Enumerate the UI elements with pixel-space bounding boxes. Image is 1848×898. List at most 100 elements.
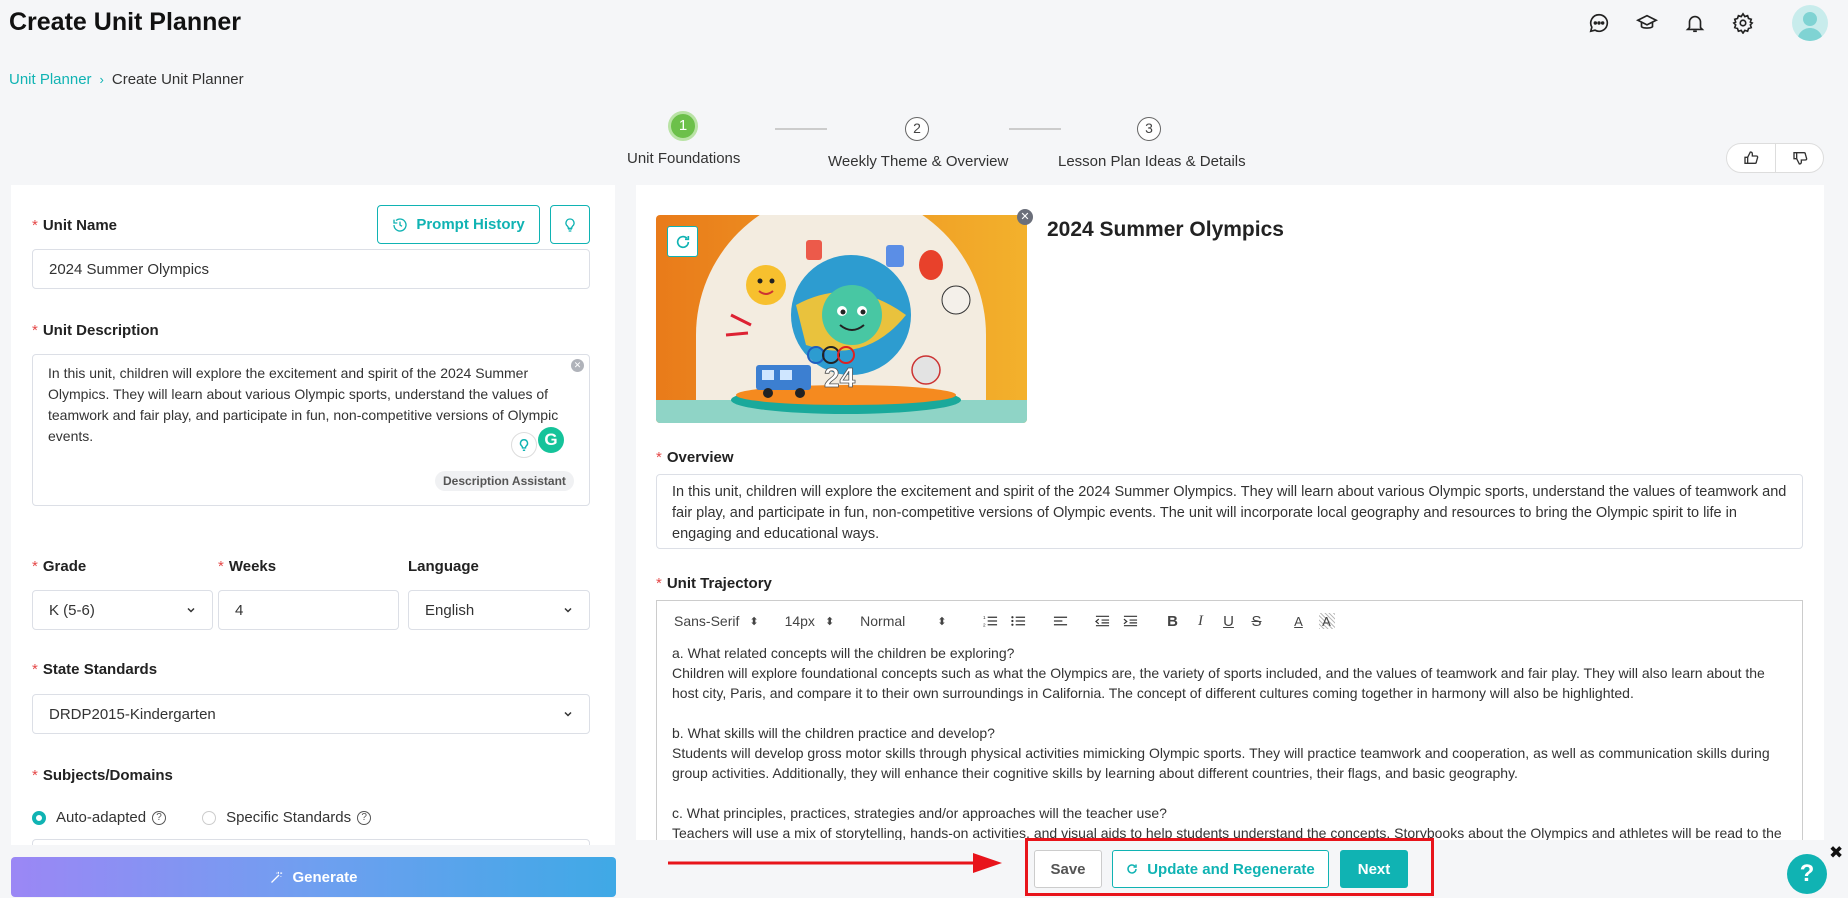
radio-specific-standards[interactable] [202, 810, 217, 825]
unit-trajectory-content[interactable]: a. What related concepts will the childr… [657, 641, 1802, 840]
graduation-cap-icon[interactable] [1634, 10, 1660, 36]
trajectory-question: b. What skills will the children practic… [672, 725, 995, 741]
step-connector [1009, 128, 1061, 130]
subjects-input[interactable] [32, 839, 590, 845]
remove-image-icon[interactable]: ✕ [1017, 209, 1033, 225]
grammarly-icon[interactable]: G [538, 427, 564, 453]
svg-text:2: 2 [983, 623, 986, 628]
left-panel: * Unit Name Prompt History 2024 Summer Ol… [11, 185, 615, 845]
font-family-select[interactable]: Sans-Serif ⬍ [674, 613, 759, 629]
header-icons [1586, 5, 1828, 41]
outdent-icon[interactable] [1095, 613, 1111, 629]
unit-description-label: * Unit Description [32, 322, 159, 339]
breadcrumb-current: Create Unit Planner [111, 71, 244, 88]
step-number: 1 [668, 111, 698, 141]
font-size-select[interactable]: 14px ⬍ [785, 613, 835, 629]
overview-label: * Overview [656, 449, 734, 466]
unit-description-text: In this unit, children will explore the … [48, 365, 559, 444]
align-left-icon[interactable] [1053, 613, 1069, 629]
subjects-radio-group: Auto-adapted ? Specific Standards ? [32, 809, 372, 826]
updown-icon: ⬍ [749, 615, 759, 628]
bold-icon[interactable]: B [1165, 613, 1181, 630]
strikethrough-icon[interactable]: S [1249, 613, 1265, 630]
grade-label: * Grade [32, 558, 87, 575]
subjects-domains-label: * Subjects/Domains [32, 767, 173, 784]
history-icon [393, 217, 407, 232]
overview-textarea[interactable]: In this unit, children will explore the … [656, 474, 1803, 549]
chevron-down-icon [564, 607, 572, 613]
lightbulb-icon [565, 217, 575, 232]
underline-icon[interactable]: U [1221, 613, 1237, 630]
chevron-down-icon [187, 607, 195, 613]
breadcrumb: Unit Planner › Create Unit Planner [9, 71, 244, 88]
generate-button[interactable]: Generate [11, 857, 616, 897]
avatar[interactable] [1792, 5, 1828, 41]
thumbs-up-icon[interactable] [1727, 144, 1775, 172]
weeks-label: * Weeks [218, 558, 277, 575]
radio-auto-adapted-label: Auto-adapted [56, 809, 147, 826]
description-assistant-button[interactable]: Description Assistant [435, 471, 574, 491]
unit-name-label: * Unit Name [32, 217, 118, 234]
bell-icon[interactable] [1682, 10, 1708, 36]
help-button[interactable]: ? [1787, 854, 1827, 894]
next-button[interactable]: Next [1340, 850, 1408, 888]
text-color-icon[interactable]: A [1291, 613, 1307, 629]
step-unit-foundations[interactable]: 1 Unit Foundations [627, 111, 741, 167]
breadcrumb-link-unit-planner[interactable]: Unit Planner [9, 71, 92, 88]
step-number: 3 [1137, 117, 1161, 141]
thumbs-down-icon[interactable] [1775, 144, 1823, 172]
trajectory-question: c. What principles, practices, strategie… [672, 805, 1167, 821]
state-standards-label: * State Standards [32, 661, 158, 678]
refresh-icon [676, 235, 689, 248]
trajectory-answer: Students will develop gross motor skills… [672, 745, 1770, 781]
clear-icon[interactable]: ✕ [571, 359, 584, 372]
svg-text:1: 1 [983, 615, 986, 620]
language-select[interactable]: English [408, 590, 590, 630]
gear-icon[interactable] [1730, 10, 1756, 36]
page-title: Create Unit Planner [9, 8, 242, 36]
update-and-regenerate-button[interactable]: Update and Regenerate [1112, 850, 1329, 888]
right-panel: 2​4 ✕ 2024 Summer Olympics * Overview In … [636, 185, 1824, 840]
annotation-arrow [668, 853, 1002, 873]
highlight-color-icon[interactable]: A [1318, 613, 1335, 629]
unit-name-input[interactable]: 2024 Summer Olympics [32, 249, 590, 289]
step-label: Lesson Plan Ideas & Details [1058, 153, 1246, 170]
unit-title: 2024 Summer Olympics [1047, 218, 1284, 241]
chat-icon[interactable] [1586, 10, 1612, 36]
grade-select[interactable]: K (5-6) [32, 590, 213, 630]
step-lesson-plan-ideas[interactable]: 3 Lesson Plan Ideas & Details [1058, 117, 1246, 170]
header: Create Unit Planner [0, 0, 1848, 52]
lightbulb-button[interactable] [550, 205, 590, 244]
weeks-input[interactable]: 4 [218, 590, 399, 630]
step-label: Unit Foundations [627, 150, 741, 167]
chevron-down-icon [564, 711, 572, 717]
state-standards-select[interactable]: DRDP2015-Kindergarten [32, 694, 590, 734]
radio-auto-adapted[interactable] [32, 810, 46, 825]
unit-trajectory-label: * Unit Trajectory [656, 575, 772, 592]
assistant-bulb-icon[interactable] [511, 432, 537, 458]
language-label: Language [408, 558, 479, 575]
chevron-right-icon: › [99, 72, 104, 87]
italic-icon[interactable]: I [1193, 613, 1209, 629]
refresh-icon [1127, 864, 1137, 874]
regenerate-image-button[interactable] [667, 226, 698, 257]
feedback-group [1726, 143, 1824, 173]
trajectory-question: a. What related concepts will the childr… [672, 645, 1015, 661]
updown-icon: ⬍ [937, 615, 947, 628]
indent-icon[interactable] [1123, 613, 1139, 629]
help-circle-icon[interactable]: ? [357, 810, 372, 825]
unit-cover-image: 2​4 [656, 215, 1027, 423]
bullet-list-icon[interactable] [1011, 613, 1027, 629]
save-button[interactable]: Save [1034, 850, 1102, 888]
help-circle-icon[interactable]: ? [152, 810, 167, 825]
step-number: 2 [905, 117, 929, 141]
svg-text:2​4: 2​4 [824, 362, 856, 393]
step-weekly-theme[interactable]: 2 Weekly Theme & Overview [828, 117, 1008, 170]
ordered-list-icon[interactable]: 12 [983, 613, 999, 629]
trajectory-answer: Children will explore foundational conce… [672, 665, 1765, 701]
close-help-icon[interactable]: ✖ [1829, 843, 1843, 863]
prompt-history-button[interactable]: Prompt History [377, 205, 540, 244]
paragraph-style-select[interactable]: Normal ⬍ [860, 613, 946, 629]
radio-specific-standards-label: Specific Standards [226, 809, 352, 826]
page: Create Unit Planner Unit Planner › Creat… [0, 0, 1848, 898]
